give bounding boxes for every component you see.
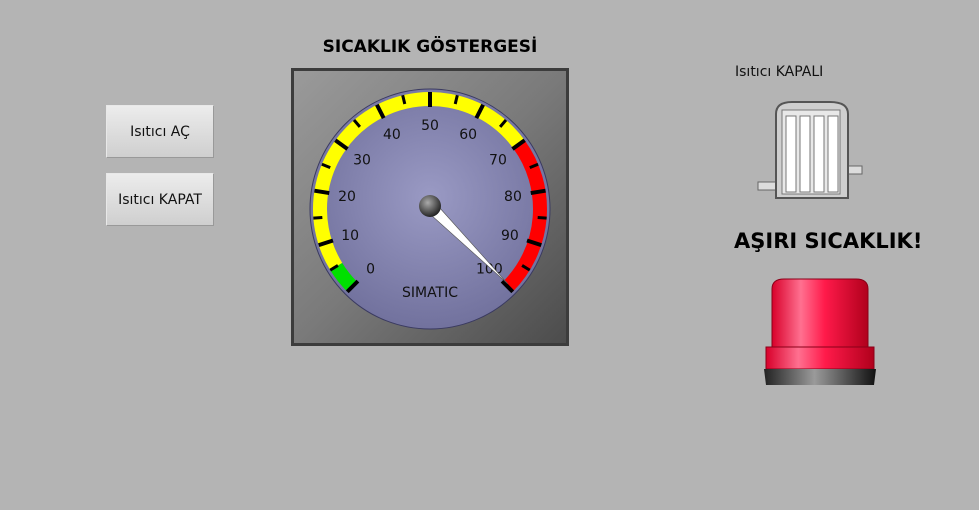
gauge-tick [401, 94, 407, 105]
heater-icon [757, 101, 863, 199]
gauge-scale-label: 50 [421, 118, 439, 134]
gauge-scale-label: 0 [366, 261, 375, 277]
gauge-scale-label: 20 [338, 189, 356, 205]
temperature-gauge: 0 10 20 30 40 50 60 70 80 90 100 SIMATIC [291, 68, 569, 346]
heater-on-button[interactable]: Isıtıcı AÇ [106, 105, 214, 158]
gauge-title: SICAKLIK GÖSTERGESİ [322, 37, 538, 57]
gauge-tick [537, 215, 547, 220]
gauge-tick [314, 188, 330, 196]
gauge-scale-label: 60 [459, 127, 477, 143]
hmi-screen: Isıtıcı AÇ Isıtıcı KAPAT SICAKLIK GÖSTER… [0, 0, 979, 510]
gauge-scale-label: 40 [383, 127, 401, 143]
gauge-hub [419, 195, 441, 217]
gauge-tick [530, 188, 546, 196]
gauge-scale-label: 10 [341, 228, 359, 244]
gauge-scale-label: 80 [504, 189, 522, 205]
gauge-brand: SIMATIC [402, 285, 458, 301]
gauge-scale-label: 90 [501, 228, 519, 244]
heater-status-label: Isıtıcı KAPALI [735, 64, 824, 80]
alarm-lamp-icon [764, 278, 876, 385]
gauge-tick [453, 94, 459, 105]
gauge-dial: 0102030405060708090100 SIMATIC [309, 88, 551, 330]
heater-off-button[interactable]: Isıtıcı KAPAT [106, 173, 214, 226]
gauge-scale-label: 70 [489, 153, 507, 169]
overheat-warning-label: AŞIRI SICAKLIK! [734, 229, 923, 253]
gauge-scale-label: 30 [353, 153, 371, 169]
gauge-tick [313, 215, 323, 220]
